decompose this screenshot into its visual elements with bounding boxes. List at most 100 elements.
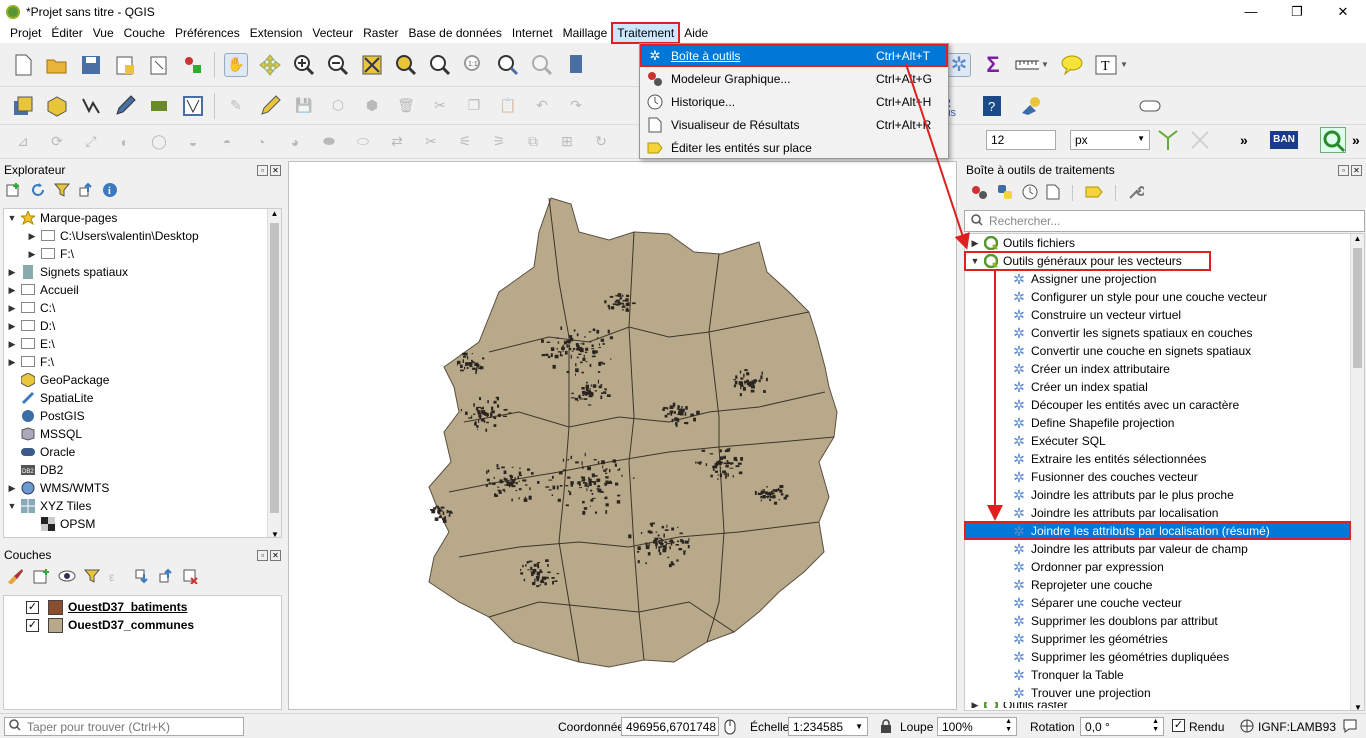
collapse-all-icon[interactable] bbox=[78, 182, 94, 201]
menu-projet[interactable]: Projet bbox=[5, 23, 46, 43]
toolbox-tool-item[interactable]: ✲ Supprimer les géométries bbox=[965, 630, 1364, 648]
toolbox-tool-item[interactable]: ✲ Extraire les entités sélectionnées bbox=[965, 450, 1364, 468]
layer-name[interactable]: OuestD37_communes bbox=[68, 618, 194, 632]
snap-icon[interactable]: ⊿ bbox=[11, 130, 35, 154]
browser-tree-item[interactable]: ▶ C:\ bbox=[4, 299, 281, 317]
expand-right-icon[interactable]: ▶ bbox=[969, 238, 981, 249]
toolbox-tool-item[interactable]: ✲ Découper les entités avec un caractère bbox=[965, 396, 1364, 414]
toggle-edit-icon[interactable]: ✎ bbox=[224, 94, 248, 118]
style-manager-icon[interactable] bbox=[181, 53, 205, 77]
browser-tree-item[interactable]: ▶ E:\ bbox=[4, 335, 281, 353]
toolbox-tool-item[interactable]: ✲ Joindre les attributs par localisation bbox=[965, 504, 1364, 522]
expand-right-icon[interactable]: ▶ bbox=[969, 702, 981, 708]
layer-row[interactable]: ✓ OuestD37_communes bbox=[4, 616, 281, 634]
add-selected-icon[interactable] bbox=[6, 182, 22, 201]
reverse-line-icon[interactable]: ⇄ bbox=[385, 130, 409, 154]
layer-symbol-swatch[interactable] bbox=[48, 617, 63, 633]
copy-icon[interactable]: ❐ bbox=[462, 94, 486, 118]
browser-tree-item[interactable]: GeoPackage bbox=[4, 371, 281, 389]
browser-tree-item[interactable]: DB2 DB2 bbox=[4, 461, 281, 479]
crs-label[interactable]: IGNF:LAMB93 bbox=[1258, 720, 1336, 734]
new-project-icon[interactable] bbox=[11, 53, 35, 77]
browser-tree-item[interactable]: SpatiaLite bbox=[4, 389, 281, 407]
toolbox-search-input[interactable]: Rechercher... bbox=[964, 210, 1365, 232]
toolbox-tool-item[interactable]: ✲ Construire un vecteur virtuel bbox=[965, 306, 1364, 324]
rotate-icon[interactable]: ⟳ bbox=[45, 130, 69, 154]
snap-line-icon[interactable] bbox=[1156, 128, 1180, 152]
toolbox-tool-item[interactable]: ✲ Convertir les signets spatiaux en couch… bbox=[965, 324, 1364, 342]
layer-symbol-swatch[interactable] bbox=[48, 599, 63, 615]
rotate-symbols-icon[interactable]: ↻ bbox=[589, 130, 613, 154]
toolbox-tool-item[interactable]: ✲ Supprimer les doublons par attribut bbox=[965, 612, 1364, 630]
expand-down-icon[interactable]: ▼ bbox=[6, 213, 18, 223]
pan-to-selection-icon[interactable] bbox=[258, 53, 282, 77]
browser-tree-item[interactable]: ▶ Accueil bbox=[4, 281, 281, 299]
browser-tree-item[interactable]: ▶ C:\Users\valentin\Desktop bbox=[4, 227, 281, 245]
browser-tree-item[interactable]: ▶ D:\ bbox=[4, 317, 281, 335]
browser-tree-item[interactable]: ▶ F:\ bbox=[4, 353, 281, 371]
menu-couche[interactable]: Couche bbox=[119, 23, 170, 43]
undo-icon[interactable]: ↶ bbox=[530, 94, 554, 118]
ban-plugin-icon[interactable]: BAN bbox=[1270, 131, 1298, 149]
menu-internet[interactable]: Internet bbox=[507, 23, 558, 43]
rotation-spinbox[interactable]: 0,0 ° ▲ ▼ bbox=[1080, 717, 1164, 736]
menu-base-de-donnees[interactable]: Base de données bbox=[403, 23, 506, 43]
split-icon[interactable]: ⚟ bbox=[453, 130, 477, 154]
models-icon[interactable] bbox=[970, 184, 988, 203]
add-feature-icon[interactable]: ⬡ bbox=[326, 94, 350, 118]
merge-icon[interactable]: ⧉ bbox=[521, 130, 545, 154]
scale-icon[interactable]: ⤢ bbox=[79, 130, 103, 154]
minimize-button[interactable]: — bbox=[1228, 0, 1274, 23]
layer-visibility-checkbox[interactable]: ✓ bbox=[26, 600, 39, 614]
font-unit-select[interactable]: px ▼ bbox=[1070, 130, 1150, 150]
browser-tree-item[interactable]: ▶ Signets spatiaux bbox=[4, 263, 281, 281]
data-source-manager-icon[interactable] bbox=[11, 94, 35, 118]
move-feature-icon[interactable]: ⬢ bbox=[360, 94, 384, 118]
layer-visibility-checkbox[interactable]: ✓ bbox=[26, 618, 39, 632]
expand-right-icon[interactable]: ▶ bbox=[6, 303, 18, 314]
delete-part-icon[interactable]: ◕ bbox=[283, 130, 307, 154]
zoom-last-icon[interactable] bbox=[496, 53, 520, 77]
expand-right-icon[interactable]: ▶ bbox=[6, 357, 18, 368]
close-icon[interactable] bbox=[1188, 128, 1212, 152]
delete-feature-icon[interactable]: 🗑 bbox=[394, 94, 418, 118]
fill-ring-icon[interactable]: ◓ bbox=[215, 130, 239, 154]
filter-expression-icon[interactable]: ε bbox=[108, 568, 126, 587]
filter-icon[interactable] bbox=[83, 568, 101, 587]
simplify-icon[interactable]: ◐ bbox=[113, 130, 137, 154]
toolbox-tool-item[interactable]: ✲ Joindre les attributs par le plus proch… bbox=[965, 486, 1364, 504]
merge-attributes-icon[interactable]: ⊞ bbox=[555, 130, 579, 154]
refresh-icon[interactable] bbox=[30, 182, 46, 201]
toolbox-tool-item[interactable]: ✲ Define Shapefile projection bbox=[965, 414, 1364, 432]
crs-globe-icon[interactable] bbox=[1240, 719, 1254, 736]
messages-icon[interactable] bbox=[1342, 718, 1358, 737]
toolbox-tool-item[interactable]: ✲ Tronquer la Table bbox=[965, 666, 1364, 684]
paste-icon[interactable]: 📋 bbox=[496, 94, 520, 118]
toolbox-group[interactable]: ▶ Outils raster bbox=[965, 702, 1364, 708]
add-group-icon[interactable] bbox=[32, 568, 50, 587]
float-icon[interactable]: ▫ bbox=[1338, 164, 1349, 176]
zoom-next-icon[interactable] bbox=[530, 53, 554, 77]
zoom-full-icon[interactable] bbox=[360, 53, 384, 77]
info-icon[interactable]: i bbox=[102, 182, 118, 201]
browser-tree-item[interactable]: MSSQL bbox=[4, 425, 281, 443]
chevron-down-icon[interactable]: ▼ bbox=[1119, 53, 1129, 77]
menu-maillage[interactable]: Maillage bbox=[558, 23, 613, 43]
redo-icon[interactable]: ↷ bbox=[564, 94, 588, 118]
lock-icon[interactable] bbox=[880, 719, 892, 736]
pan-hand-icon[interactable]: ✋ bbox=[224, 52, 248, 77]
open-project-icon[interactable] bbox=[45, 53, 69, 77]
toolbox-tool-item[interactable]: ✲ Ordonner par expression bbox=[965, 558, 1364, 576]
statistics-sigma-icon[interactable]: Σ bbox=[981, 52, 1005, 77]
browser-tree-item[interactable]: Oracle bbox=[4, 443, 281, 461]
chevron-down-icon[interactable]: ▼ bbox=[1040, 53, 1050, 77]
layout-manager-icon[interactable] bbox=[147, 53, 171, 77]
menu-editer[interactable]: Éditer bbox=[46, 23, 87, 43]
browser-tree-item[interactable]: ▼ Marque-pages bbox=[4, 209, 281, 227]
menu-extension[interactable]: Extension bbox=[245, 23, 308, 43]
text-annotation-icon[interactable]: T bbox=[1094, 53, 1118, 77]
mouse-icon[interactable] bbox=[723, 719, 737, 738]
browser-tree-item[interactable]: ▶ F:\ bbox=[4, 245, 281, 263]
menu-vue[interactable]: Vue bbox=[88, 23, 119, 43]
expand-all-icon[interactable] bbox=[134, 568, 150, 587]
